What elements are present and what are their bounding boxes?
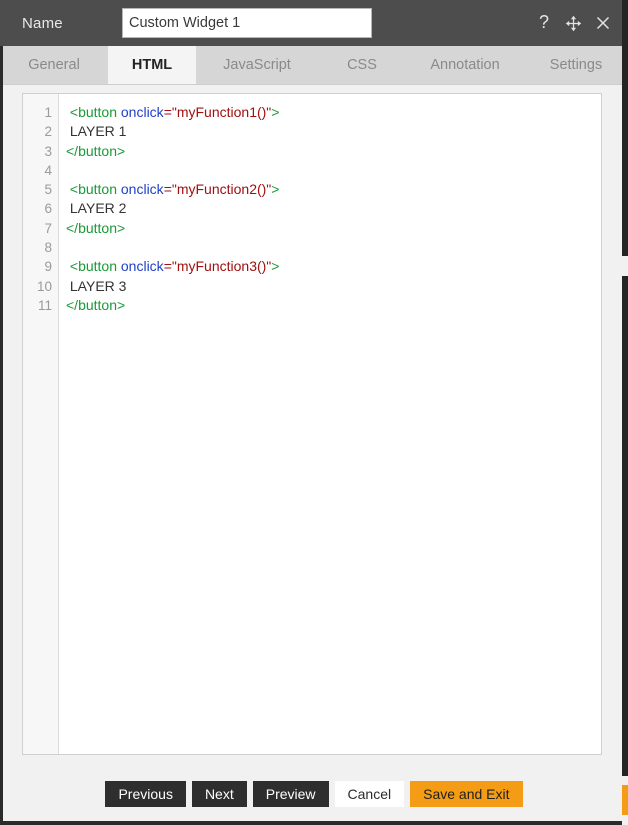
code-line: </button> — [66, 219, 601, 238]
code-token: > — [271, 104, 280, 120]
name-input[interactable] — [122, 8, 372, 38]
tab-settings-label: Settings — [549, 57, 603, 73]
code-line: </button> — [66, 142, 601, 161]
code-token: > — [271, 181, 280, 198]
code-token: <button — [69, 181, 117, 198]
outer-scrollbar-accent-marker[interactable] — [622, 785, 628, 815]
next-button[interactable]: Next — [191, 781, 247, 807]
code-line: <button onclick="myFunction1()"> — [66, 103, 601, 122]
code-token: </button> — [66, 219, 126, 236]
widget-editor-window: Name ? — [0, 0, 628, 825]
line-number: 3 — [44, 143, 52, 159]
code-line: <button onclick="myFunction2()"> — [66, 180, 601, 199]
code-token: <button — [69, 104, 117, 120]
help-icon[interactable]: ? — [536, 13, 552, 33]
code-token: LAYER 3 — [66, 277, 127, 294]
code-token: ="myFunction2()" — [163, 181, 272, 198]
code-token: </button> — [66, 142, 126, 159]
line-number: 11 — [37, 297, 52, 313]
window-bottom-edge — [0, 821, 628, 825]
code-token: ="myFunction1()" — [163, 104, 272, 120]
previous-button[interactable]: Previous — [105, 781, 186, 807]
cancel-button[interactable]: Cancel — [334, 781, 405, 807]
code-editor[interactable]: 1 2 3 4 5 6 7 8 9 10 11 <button onclick="myFunctio… — [22, 93, 602, 755]
code-line: </button> — [66, 296, 601, 315]
line-number: 2 — [44, 124, 52, 140]
tab-javascript[interactable]: JavaScript — [196, 46, 318, 84]
code-token: LAYER 2 — [66, 200, 127, 217]
code-line: LAYER 2 — [66, 199, 601, 218]
footer-button-bar: Previous Next Preview Cancel Save and Ex… — [0, 771, 628, 825]
code-line: <button onclick="myFunction3()"> — [66, 257, 601, 276]
tab-html[interactable]: HTML — [108, 46, 196, 84]
editor-area: 1 2 3 4 5 6 7 8 9 10 11 <button onclick="myFunctio… — [0, 85, 628, 771]
tab-javascript-label: JavaScript — [223, 57, 291, 73]
tab-annotation[interactable]: Annotation — [406, 46, 524, 84]
preview-button[interactable]: Preview — [252, 781, 329, 807]
move-icon[interactable] — [565, 15, 582, 32]
tab-general-label: General — [28, 57, 80, 73]
tab-bar: General HTML JavaScript CSS Annotation S… — [0, 46, 628, 85]
tab-annotation-label: Annotation — [430, 57, 500, 73]
code-token: onclick — [120, 258, 164, 275]
tab-html-label: HTML — [131, 57, 173, 73]
code-token: </button> — [66, 296, 126, 313]
code-line: LAYER 3 — [66, 277, 601, 296]
tab-settings[interactable]: Settings — [524, 46, 628, 84]
outer-scrollbar-thumb-lower[interactable] — [622, 276, 628, 776]
save-and-exit-button[interactable]: Save and Exit — [410, 781, 523, 807]
tab-css-label: CSS — [347, 57, 377, 73]
code-content[interactable]: <button onclick="myFunction1()"> LAYER 1… — [59, 94, 601, 754]
line-number: 6 — [44, 201, 52, 217]
close-icon[interactable] — [595, 15, 611, 31]
code-token: onclick — [120, 104, 164, 120]
name-field-wrapper — [122, 8, 372, 38]
line-number-gutter: 1 2 3 4 5 6 7 8 9 10 11 — [23, 94, 59, 754]
line-number: 7 — [44, 220, 52, 236]
tab-general[interactable]: General — [0, 46, 108, 84]
outer-scrollbar-track[interactable] — [622, 0, 628, 825]
titlebar: Name ? — [0, 0, 628, 46]
tab-css[interactable]: CSS — [318, 46, 406, 84]
code-token: ="myFunction3()" — [163, 258, 272, 275]
window-left-edge — [0, 46, 3, 825]
code-line: LAYER 1 — [66, 122, 601, 141]
code-token: <button — [69, 258, 117, 275]
line-number: 5 — [44, 182, 52, 198]
line-number: 1 — [44, 105, 52, 120]
code-token: LAYER 1 — [66, 123, 127, 140]
line-number: 8 — [44, 240, 52, 256]
svg-text:?: ? — [539, 13, 549, 32]
code-token: > — [271, 258, 280, 275]
outer-scrollbar-thumb-upper[interactable] — [622, 0, 628, 256]
line-number: 10 — [36, 278, 52, 294]
code-token: onclick — [120, 181, 164, 198]
name-label: Name — [22, 14, 63, 32]
line-number: 9 — [44, 259, 52, 275]
line-number: 4 — [44, 162, 52, 178]
window-controls: ? — [536, 13, 628, 33]
